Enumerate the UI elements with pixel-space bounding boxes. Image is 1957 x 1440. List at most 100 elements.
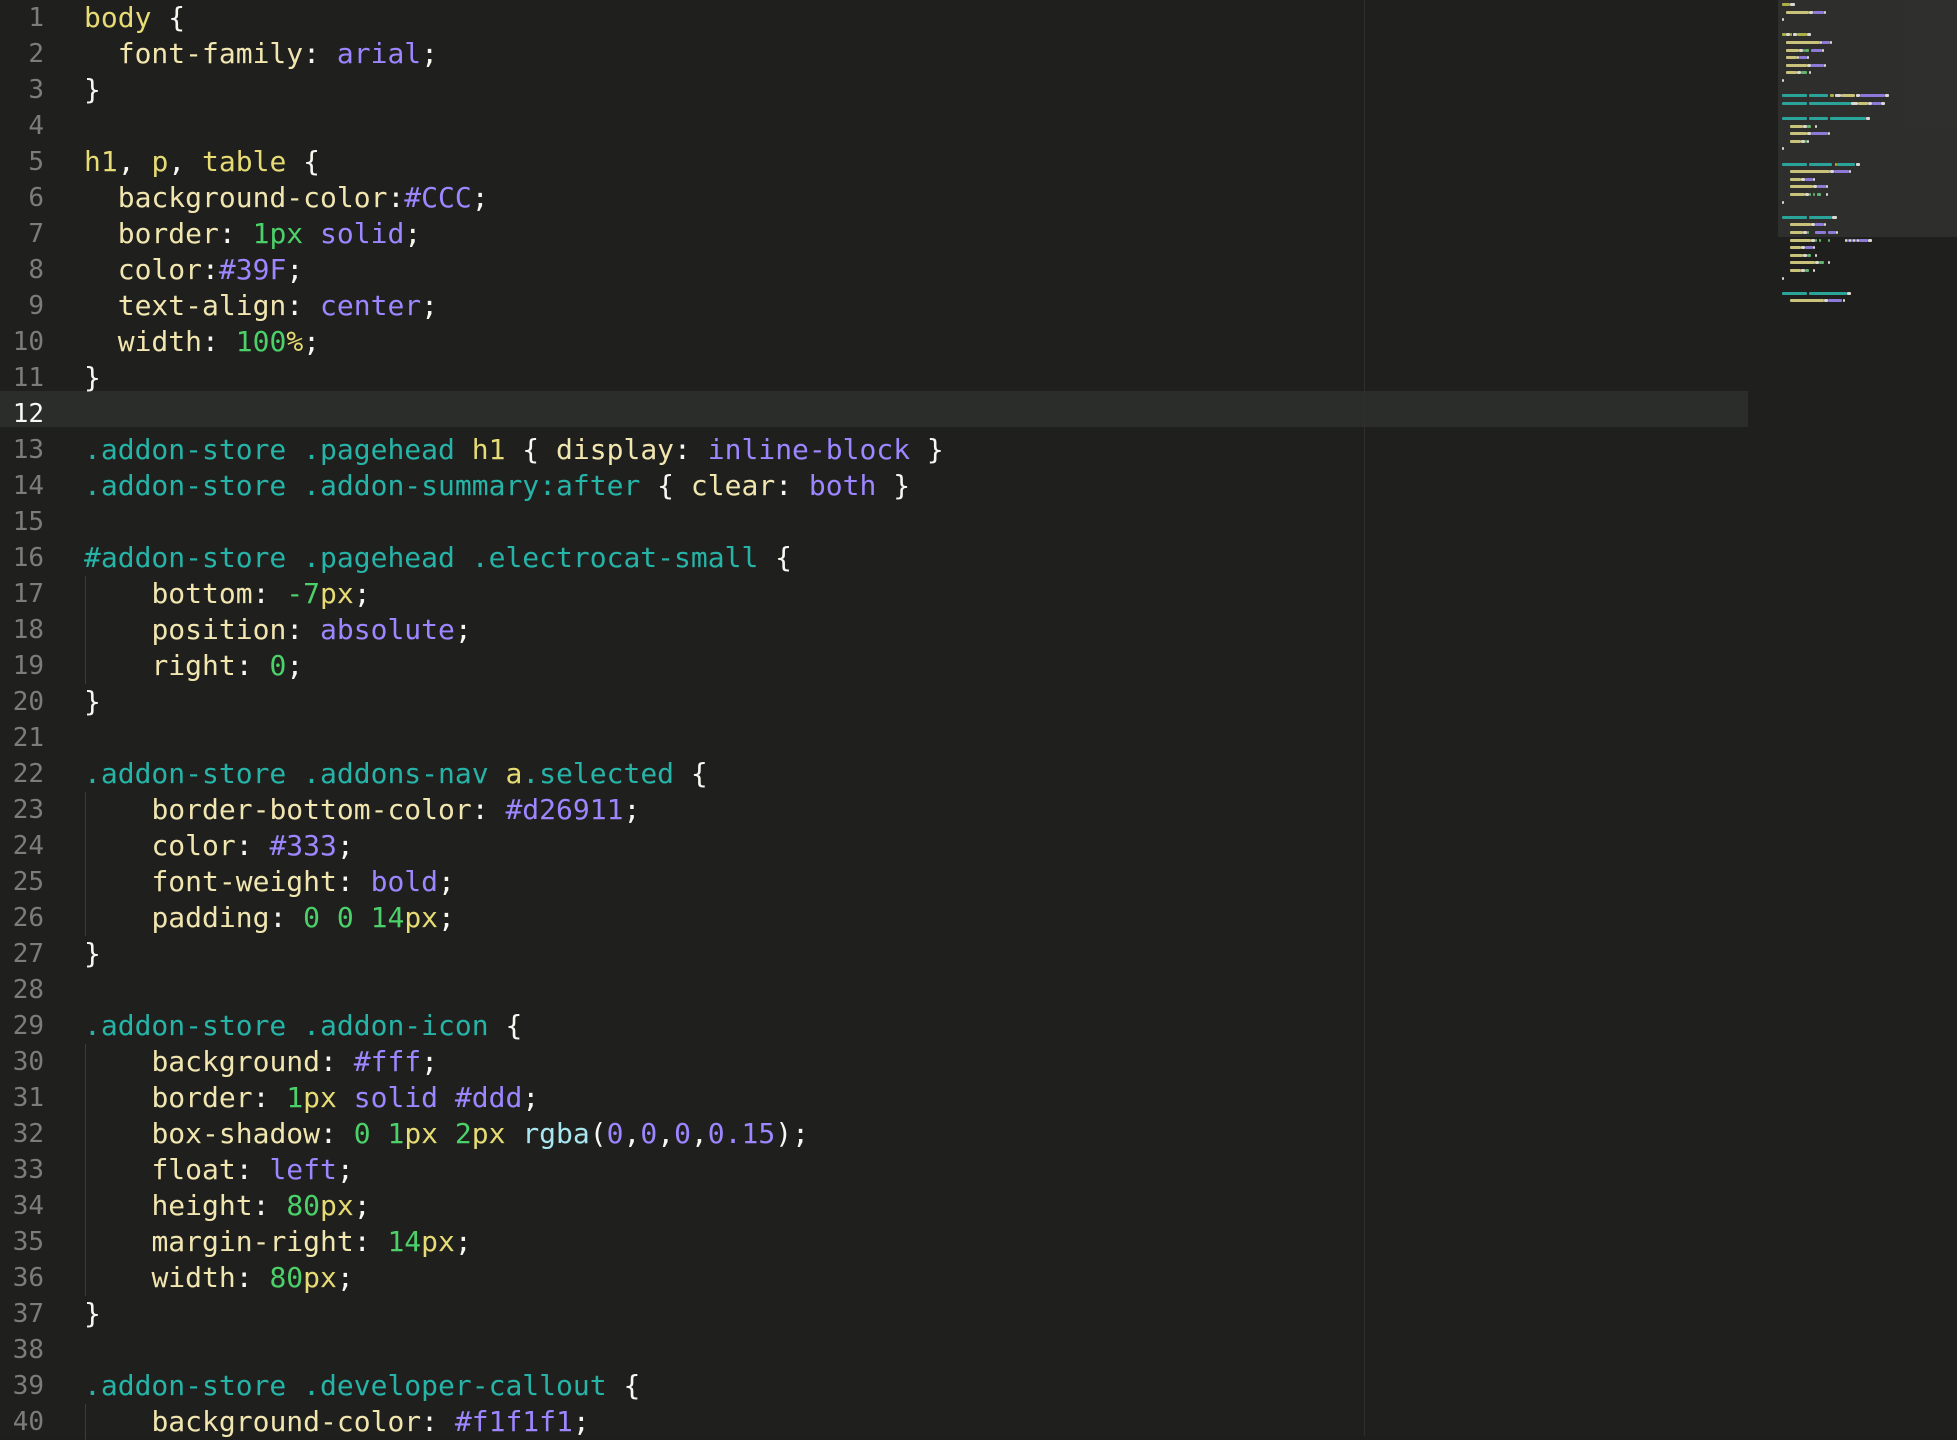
code-line[interactable]: }: [84, 72, 101, 108]
code-line[interactable]: border: 1px solid;: [84, 216, 421, 252]
minimap-stroke: [1821, 48, 1824, 52]
code-token: .addons-nav: [303, 757, 489, 790]
minimap-stroke: [1821, 41, 1831, 44]
minimap-stroke: [1815, 223, 1824, 227]
code-token: 0: [353, 1117, 371, 1150]
code-line[interactable]: .addon-store .developer-callout {: [84, 1368, 640, 1404]
minimap-stroke: [1782, 101, 1808, 105]
code-token: :: [303, 37, 337, 70]
minimap-stroke: [1823, 63, 1826, 67]
minimap-stroke: [1790, 238, 1811, 242]
code-line[interactable]: font-family: arial;: [84, 36, 438, 72]
code-token: left: [269, 1153, 337, 1186]
minimap-stroke: [1827, 261, 1830, 265]
code-token: ;: [336, 1261, 354, 1294]
code-line[interactable]: width: 80px;: [84, 1260, 354, 1296]
code-token: px: [404, 1117, 439, 1150]
code-token: 0: [674, 1117, 691, 1150]
code-token: }: [84, 937, 101, 970]
minimap-stroke: [1884, 94, 1890, 98]
code-line[interactable]: font-weight: bold;: [84, 864, 454, 900]
code-line[interactable]: position: absolute;: [84, 612, 471, 648]
code-line[interactable]: background-color:#CCC;: [84, 180, 489, 216]
code-token: :: [252, 1081, 287, 1114]
code-token: px: [471, 1117, 506, 1150]
code-line[interactable]: right: 0;: [84, 648, 303, 684]
code-token: a: [505, 757, 523, 790]
code-token: h1: [471, 433, 506, 466]
code-line[interactable]: padding: 0 0 14px;: [84, 900, 455, 936]
minimap-stroke: [1809, 162, 1833, 166]
code-token: #f1f1f1: [454, 1405, 573, 1438]
code-line[interactable]: #addon-store .pagehead .electrocat-small…: [84, 540, 792, 576]
code-token: .addon-store: [84, 1369, 287, 1402]
code-token: {: [286, 145, 321, 178]
code-token: :: [235, 829, 270, 862]
code-token: :: [471, 793, 506, 826]
code-line[interactable]: box-shadow: 0 1px 2px rgba(0,0,0,0.15);: [84, 1116, 809, 1152]
code-line[interactable]: body {: [84, 0, 185, 36]
minimap-stroke: [1867, 238, 1872, 242]
code-line[interactable]: .addon-store .addon-summary:after { clea…: [84, 468, 910, 504]
code-token: body: [84, 1, 152, 34]
minimap-stroke: [1804, 177, 1814, 181]
code-token: :: [320, 1045, 354, 1078]
code-area[interactable]: body { font-family: arial;} h1, p, table …: [0, 0, 1748, 1438]
code-line[interactable]: color: #333;: [84, 828, 353, 864]
code-token: position: [151, 613, 287, 646]
code-line[interactable]: float: left;: [84, 1152, 353, 1188]
minimap-stroke: [1855, 162, 1860, 166]
minimap-stroke: [1813, 177, 1816, 181]
code-token: :: [286, 613, 321, 646]
minimap-stroke: [1823, 10, 1826, 14]
code-line[interactable]: text-align: center;: [84, 288, 438, 324]
code-line[interactable]: }: [84, 360, 101, 396]
code-line[interactable]: .addon-store .addon-icon {: [84, 1008, 522, 1044]
code-line[interactable]: height: 80px;: [84, 1188, 370, 1224]
minimap-stroke: [1822, 239, 1826, 242]
code-line[interactable]: border: 1px solid #ddd;: [84, 1080, 539, 1116]
minimap-stroke: [1830, 239, 1834, 242]
code-line[interactable]: background: #fff;: [84, 1044, 438, 1080]
code-line[interactable]: bottom: -7px;: [84, 576, 371, 612]
code-line[interactable]: }: [84, 936, 101, 972]
code-token: box-shadow: [151, 1117, 321, 1150]
minimap-stroke: [1790, 185, 1814, 189]
code-token: arial: [336, 37, 422, 70]
code-token: #CCC: [404, 181, 472, 214]
code-token: ;: [471, 181, 489, 214]
minimap-stroke: [1809, 215, 1833, 219]
minimap-stroke: [1782, 94, 1808, 98]
code-token: #d26911: [505, 793, 624, 826]
minimap-stroke: [1840, 94, 1856, 98]
code-line[interactable]: background-color: #f1f1f1;: [84, 1404, 589, 1440]
code-token: ;: [438, 901, 455, 934]
code-token: background-color: [117, 181, 388, 214]
code-token: ,: [117, 145, 152, 178]
minimap[interactable]: [1778, 0, 1957, 1436]
minimap-stroke: [1804, 48, 1810, 52]
minimap-stroke: [1786, 56, 1797, 60]
code-line[interactable]: }: [84, 1296, 101, 1332]
code-line[interactable]: width: 100%;: [84, 324, 320, 360]
code-line[interactable]: color:#39F;: [84, 252, 303, 288]
code-token: ;: [353, 577, 371, 610]
code-token: px: [320, 577, 354, 610]
code-token: right: [151, 649, 236, 682]
code-line[interactable]: .addon-store .addons-nav a.selected {: [84, 756, 708, 792]
code-editor[interactable]: 1 2 3 4 5 6 7 8 9 10 11 12 13 14 15 16 17 18 19 20 21 22 23 24 2…: [0, 0, 1957, 1440]
code-token: bold: [370, 865, 439, 898]
code-line[interactable]: border-bottom-color: #d26911;: [84, 792, 640, 828]
code-token: :: [252, 577, 287, 610]
code-token: 100: [235, 325, 287, 358]
minimap-stroke: [1782, 215, 1808, 219]
code-line[interactable]: h1, p, table {: [84, 144, 320, 180]
code-line[interactable]: .addon-store .pagehead h1 { display: inl…: [84, 432, 944, 468]
code-line[interactable]: }: [84, 684, 101, 720]
code-line[interactable]: margin-right: 14px;: [84, 1224, 471, 1260]
